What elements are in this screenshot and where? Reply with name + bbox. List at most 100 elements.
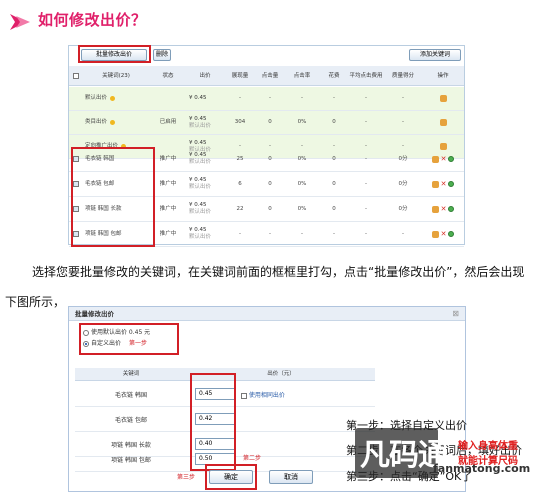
cell-cost: - — [319, 87, 349, 110]
add-keyword-button[interactable]: 添加关键词 — [409, 49, 461, 61]
header-quality: 质量得分 — [391, 72, 414, 79]
dialog-row-keyword: 毛衣链 韩国 — [115, 391, 147, 399]
highlight-selected-keywords — [71, 147, 155, 247]
dialog-close-icon[interactable]: ⊠ — [452, 309, 459, 318]
highlight-batch-button — [78, 45, 151, 63]
edit-icon[interactable] — [431, 155, 439, 163]
cell-avg-cpc: - — [349, 172, 383, 196]
chart-icon[interactable] — [448, 156, 455, 162]
cell-keyword[interactable]: 默认出价 — [81, 87, 151, 110]
bid-value[interactable]: ¥ 0.45 — [189, 140, 207, 147]
cell-cost: 0 — [319, 172, 349, 196]
cell-ctr: 0% — [285, 111, 319, 134]
cell-ctr: 0% — [285, 147, 319, 171]
bid-value[interactable]: ¥ 0.45 — [189, 116, 207, 123]
cell-impressions: - — [225, 87, 255, 110]
bid-value[interactable]: ¥ 0.45 — [189, 177, 207, 184]
chart-icon[interactable] — [448, 206, 455, 212]
step3-label: 第三步 — [177, 474, 196, 481]
cell-clicks: - — [255, 222, 285, 246]
impressions-value: 25 — [236, 155, 244, 162]
cell-quality: 0分 — [383, 172, 423, 196]
use-same-bid-checkbox[interactable] — [241, 392, 247, 399]
bid-value[interactable]: ¥ 0.45 — [189, 202, 207, 209]
cell-status: 已启用 — [151, 111, 185, 134]
edit-icon[interactable] — [439, 95, 447, 102]
edit-icon[interactable] — [431, 180, 439, 188]
header-impressions: 展现量 — [231, 72, 249, 79]
chart-icon[interactable] — [448, 231, 455, 237]
help-icon[interactable] — [110, 96, 116, 101]
cell-status: 推广中 — [151, 222, 185, 246]
ctr-value: 0% — [297, 205, 307, 212]
edit-icon[interactable] — [431, 205, 439, 213]
bid-note: 默认出价 — [189, 184, 212, 190]
description-line-2: 下图所示， — [5, 295, 66, 309]
clicks-value: 0 — [268, 180, 272, 187]
delete-icon[interactable]: ✕ — [441, 155, 447, 163]
cell-avg-cpc: - — [349, 222, 383, 246]
cell-bid: ¥ 0.45 默认出价 — [185, 172, 225, 196]
cell-actions — [423, 87, 463, 110]
delete-icon[interactable]: ✕ — [441, 205, 447, 213]
checkbox-cell — [71, 87, 81, 110]
help-icon[interactable] — [110, 120, 116, 125]
bid-value[interactable]: ¥ 0.45 — [189, 227, 207, 234]
header-clicks: 点击量 — [261, 72, 279, 79]
bid-note: 默认出价 — [189, 209, 212, 215]
cell-cost: 0 — [319, 111, 349, 134]
description-line-1: 选择您要批量修改的关键词，在关键词前面的框框里打勾，点击“批量修改出价”，然后会… — [32, 265, 525, 279]
cell-impressions: 6 — [225, 172, 255, 196]
cost-value: 0 — [332, 119, 336, 125]
cell-clicks: 0 — [255, 172, 285, 196]
impressions-value: 22 — [236, 205, 244, 212]
header-ctr: 点击率 — [293, 72, 311, 79]
keyword-panel: 批量修改出价 删除 添加关键词 关键词(23) 状态 出价 展现量 点击量 点击… — [68, 45, 465, 247]
select-all-checkbox[interactable] — [73, 73, 79, 79]
edit-icon[interactable] — [439, 119, 447, 126]
cancel-button[interactable]: 取消 — [269, 470, 313, 484]
cell-avg-cpc: - — [349, 87, 383, 110]
cell-bid: ¥ 0.45 默认出价 — [185, 111, 225, 134]
bid-value[interactable]: ¥ 0.45 — [189, 95, 207, 102]
cell-impressions: 304 — [225, 111, 255, 134]
cost-value: 0 — [332, 180, 336, 187]
keyword-value: 默认出价 — [85, 95, 108, 101]
use-same-bid-link[interactable]: 使用相同出价 — [241, 390, 285, 399]
table-header: 关键词(23) 状态 出价 展现量 点击量 点击率 花费 平均点击费用 质量得分… — [69, 66, 464, 86]
cell-ctr: 0% — [285, 197, 319, 221]
cell-avg-cpc: - — [349, 111, 383, 134]
chart-icon[interactable] — [448, 181, 455, 187]
bid-value[interactable]: ¥ 0.45 — [189, 152, 207, 159]
cell-keyword[interactable]: 类目出价 — [81, 111, 151, 134]
header-actions: 操作 — [437, 72, 449, 79]
default-bid-row: 默认出价 ¥ 0.45 - - - - - - — [69, 87, 464, 111]
cell-ctr: - — [285, 222, 319, 246]
use-same-bid-label: 使用相同出价 — [248, 392, 285, 399]
delete-icon[interactable]: ✕ — [441, 230, 447, 238]
cell-quality: 0分 — [383, 147, 423, 171]
cell-quality: 0分 — [383, 197, 423, 221]
delete-button[interactable]: 删除 — [153, 49, 171, 61]
default-bid-row: 类目出价 已启用 ¥ 0.45 默认出价 304 0 0% 0 - - — [69, 111, 464, 135]
quality-value: 0分 — [398, 155, 408, 162]
cell-cost: - — [319, 222, 349, 246]
cell-avg-cpc: - — [349, 147, 383, 171]
edit-icon[interactable] — [431, 230, 439, 238]
avg-cpc-value: - — [365, 205, 367, 212]
cell-avg-cpc: - — [349, 197, 383, 221]
impressions-value: - — [239, 95, 241, 101]
cell-bid: ¥ 0.45 — [185, 87, 225, 110]
page-title: 如何修改出价？ — [38, 11, 147, 29]
delete-icon[interactable]: ✕ — [441, 180, 447, 188]
cell-actions: ✕ — [423, 147, 463, 171]
status-value: 推广中 — [159, 180, 177, 187]
dialog-row-keyword: 毛衣链 包邮 — [115, 416, 147, 424]
avg-cpc-value: - — [365, 155, 367, 162]
dialog-row-keyword: 项链 韩国 包邮 — [111, 456, 151, 464]
promo-line-2: 就能计算尺码 — [458, 456, 518, 467]
step2-label: 第二步 — [243, 455, 262, 462]
ctr-value: 0% — [297, 119, 307, 125]
title-arrow-icon — [10, 14, 30, 30]
header-status: 状态 — [162, 72, 174, 79]
